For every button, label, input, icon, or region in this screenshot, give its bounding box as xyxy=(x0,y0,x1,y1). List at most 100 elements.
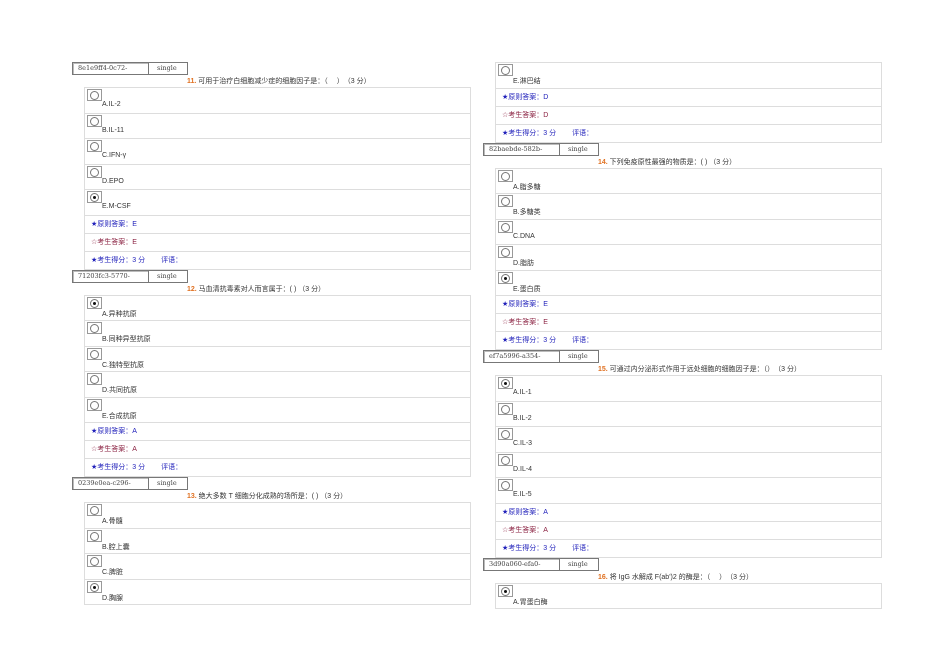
radio-unchecked-icon[interactable] xyxy=(498,64,513,76)
option-label: A.IL-1 xyxy=(513,389,532,396)
option-label: C.脾脏 xyxy=(102,569,123,576)
standard-answer: ★原则答案：D xyxy=(496,89,881,107)
radio-unchecked-icon[interactable] xyxy=(498,220,513,233)
option-row[interactable]: D.胸腺 xyxy=(85,580,470,605)
radio-unchecked-icon[interactable] xyxy=(498,428,513,440)
radio-unchecked-icon[interactable] xyxy=(87,373,102,385)
option-row[interactable]: D.EPO xyxy=(85,165,470,190)
options-table: A.异种抗原 B.同种异型抗原 C.独特型抗原 D.共同抗原 E.合成抗原 ★原则答案：A… xyxy=(84,294,471,477)
option-label: D.脂肪 xyxy=(513,260,534,267)
radio-unchecked-icon[interactable] xyxy=(87,398,102,411)
option-row[interactable]: A.IL-1 xyxy=(496,376,881,402)
radio-unchecked-icon[interactable] xyxy=(87,529,102,542)
question-block: 8e1e9ff4-0c72- single 11. 可用于治疗白细胞减少症的细胞因子… xyxy=(72,62,472,270)
option-label: D.共同抗原 xyxy=(102,387,137,394)
option-row[interactable]: C.IL-3 xyxy=(496,427,881,453)
option-label: A.骨髓 xyxy=(102,518,123,525)
question-text: 12. 马血清抗毒素对人而言属于：( ) （3 分） xyxy=(72,283,472,295)
comment-label: 评语： xyxy=(572,544,594,552)
option-label: D.胸腺 xyxy=(102,594,123,602)
radio-unchecked-icon[interactable] xyxy=(498,453,513,466)
option-row[interactable]: D.IL-4 xyxy=(496,453,881,478)
radio-unchecked-icon[interactable] xyxy=(87,322,102,334)
question-text: 15. 可通过内分泌形式作用于远处细胞的细胞因子是：（） （3 分） xyxy=(483,363,883,375)
option-row[interactable]: B.IL-2 xyxy=(496,402,881,427)
radio-checked-icon[interactable] xyxy=(87,296,102,309)
option-row[interactable]: E.IL-5 xyxy=(496,478,881,504)
option-row[interactable]: E.淋巴结 xyxy=(496,63,881,89)
option-label: C.IFN-γ xyxy=(102,152,127,159)
question-number: 14. xyxy=(598,158,608,166)
question-number: 15. xyxy=(598,366,608,373)
radio-checked-icon[interactable] xyxy=(498,271,513,284)
question-id-field[interactable]: 0239e0ea-c296- xyxy=(73,478,149,489)
student-score: ★考生得分：3 分 xyxy=(502,337,557,344)
option-row[interactable]: D.脂肪 xyxy=(496,245,881,271)
exam-review-page: 8e1e9ff4-0c72- single 11. 可用于治疗白细胞减少症的细胞因子… xyxy=(0,0,950,672)
question-id-field[interactable]: 82baebde-582b- xyxy=(484,143,560,155)
question-block: E.淋巴结 ★原则答案：D ☆考生答案：D ★考生得分：3 分 评语： xyxy=(483,62,883,143)
right-column: E.淋巴结 ★原则答案：D ☆考生答案：D ★考生得分：3 分评语： 82baebde-… xyxy=(483,62,883,609)
option-row[interactable]: E.合成抗原 xyxy=(85,398,470,423)
option-row[interactable]: A.脂多糖 xyxy=(496,169,881,194)
question-id-field[interactable]: ef7a5996-a354- xyxy=(484,351,560,362)
left-column: 8e1e9ff4-0c72- single 11. 可用于治疗白细胞减少症的细胞因子… xyxy=(72,62,472,605)
comment-label: 评语： xyxy=(572,337,594,344)
question-type-box xyxy=(554,557,599,571)
student-score-row: ★考生得分：3 分 评语： xyxy=(85,459,470,477)
option-row[interactable]: B.同种异型抗原 xyxy=(85,321,470,347)
option-row[interactable]: C.DNA xyxy=(496,220,881,245)
question-id-field[interactable]: 3d90a060-efa0- xyxy=(484,558,560,570)
radio-unchecked-icon[interactable] xyxy=(87,555,102,567)
option-row[interactable]: C.脾脏 xyxy=(85,554,470,580)
option-row[interactable]: A.异种抗原 xyxy=(85,296,470,321)
question-type-box xyxy=(143,62,188,75)
radio-unchecked-icon[interactable] xyxy=(498,479,513,491)
option-row[interactable]: B.IL-11 xyxy=(85,114,470,139)
radio-unchecked-icon[interactable] xyxy=(87,114,102,127)
radio-unchecked-icon[interactable] xyxy=(87,504,102,516)
option-row[interactable]: A.骨髓 xyxy=(85,503,470,529)
radio-checked-icon[interactable] xyxy=(87,580,102,593)
radio-unchecked-icon[interactable] xyxy=(498,246,513,258)
radio-unchecked-icon[interactable] xyxy=(498,169,513,182)
question-id-field[interactable]: 71203fc3-5770- xyxy=(73,270,149,282)
option-row[interactable]: C.IFN-γ xyxy=(85,139,470,165)
question-id-field[interactable]: 8e1e9ff4-0c72- xyxy=(73,63,149,74)
standard-answer: ★原则答案：E xyxy=(85,216,470,234)
options-table: A.胃蛋白酶 xyxy=(495,582,882,609)
radio-checked-icon[interactable] xyxy=(498,584,513,597)
option-label: D.IL-4 xyxy=(513,465,533,473)
radio-unchecked-icon[interactable] xyxy=(498,195,513,207)
radio-unchecked-icon[interactable] xyxy=(498,402,513,415)
option-row[interactable]: E.M-CSF xyxy=(85,190,470,216)
standard-answer: ★原则答案：E xyxy=(496,296,881,314)
option-row[interactable]: A.胃蛋白酶 xyxy=(496,584,881,609)
question-type-box xyxy=(554,350,599,363)
option-label: E.合成抗原 xyxy=(102,412,137,420)
radio-unchecked-icon[interactable] xyxy=(87,140,102,152)
question-id-bar: 8e1e9ff4-0c72- single xyxy=(72,62,188,75)
option-row[interactable]: A.IL-2 xyxy=(85,88,470,114)
student-score-row: ★考生得分：3 分 评语： xyxy=(496,125,881,143)
radio-checked-icon[interactable] xyxy=(87,191,102,203)
question-prompt: 绝大多数 T 细胞分化成熟的场所是：( ) （3 分） xyxy=(196,493,348,500)
student-answer: ☆考生答案：A xyxy=(496,522,881,540)
options-table: E.淋巴结 ★原则答案：D ☆考生答案：D ★考生得分：3 分 评语： xyxy=(495,62,882,143)
standard-answer: ★原则答案：A xyxy=(85,423,470,441)
option-row[interactable]: B.腔上囊 xyxy=(85,529,470,554)
question-text: 16. 将 IgG 水解成 F(ab')2 的酶是：（ ） （3 分） xyxy=(483,571,883,583)
radio-unchecked-icon[interactable] xyxy=(87,165,102,178)
radio-unchecked-icon[interactable] xyxy=(87,347,102,360)
question-number: 16. xyxy=(598,573,608,581)
question-id-bar: 0239e0ea-c296- single xyxy=(72,477,188,490)
question-id-bar: ef7a5996-a354- single xyxy=(483,350,599,363)
radio-unchecked-icon[interactable] xyxy=(87,89,102,101)
option-row[interactable]: B.多糖类 xyxy=(496,194,881,220)
option-row[interactable]: C.独特型抗原 xyxy=(85,347,470,372)
option-row[interactable]: E.蛋白质 xyxy=(496,271,881,296)
option-row[interactable]: D.共同抗原 xyxy=(85,372,470,398)
question-type-box xyxy=(143,477,188,490)
options-table: A.IL-2 B.IL-11 C.IFN-γ D.EPO E.M-CSF ★原则答案：E ☆… xyxy=(84,87,471,270)
radio-checked-icon[interactable] xyxy=(498,377,513,389)
